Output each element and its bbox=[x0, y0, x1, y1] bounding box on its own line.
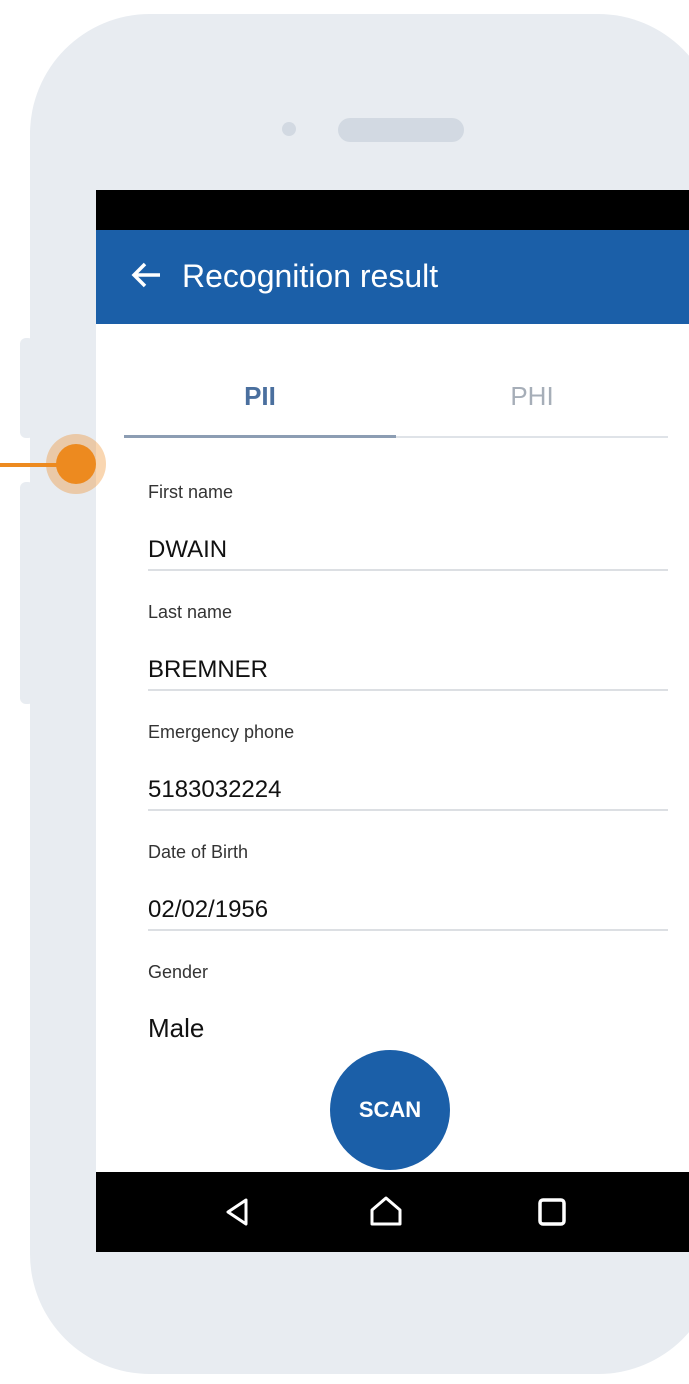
emergency-phone-field: Emergency phone 5183032224 bbox=[148, 710, 668, 830]
camera-dot bbox=[282, 122, 296, 136]
last-name-input[interactable]: BREMNER bbox=[148, 654, 268, 686]
first-name-label: First name bbox=[148, 482, 234, 502]
last-name-field: Last name BREMNER bbox=[148, 590, 668, 710]
phone-frame: Recognition result PII PHI First name DW… bbox=[30, 14, 689, 1374]
system-nav-bar bbox=[96, 1172, 689, 1252]
tab-pii[interactable]: PII bbox=[124, 380, 396, 412]
arrow-left-icon[interactable] bbox=[130, 258, 164, 292]
date-of-birth-field: Date of Birth 02/02/1956 bbox=[148, 830, 668, 950]
tab-indicator bbox=[124, 435, 396, 438]
tab-phi[interactable]: PHI bbox=[396, 380, 668, 412]
phone-screen: Recognition result PII PHI First name DW… bbox=[96, 190, 689, 1252]
app-bar: Recognition result bbox=[96, 230, 689, 324]
page-title: Recognition result bbox=[182, 258, 439, 294]
scan-button[interactable]: SCAN bbox=[330, 1050, 450, 1170]
home-icon[interactable] bbox=[364, 1190, 408, 1234]
status-bar bbox=[96, 190, 689, 230]
phone-speaker bbox=[338, 118, 464, 142]
field-underline bbox=[148, 689, 668, 691]
emergency-phone-input[interactable]: 5183032224 bbox=[148, 774, 281, 806]
tab-bar: PII PHI bbox=[124, 324, 668, 438]
gender-value[interactable]: Male bbox=[148, 1012, 204, 1044]
recent-apps-icon[interactable] bbox=[530, 1190, 574, 1234]
triangle-back-icon[interactable] bbox=[216, 1190, 260, 1234]
emergency-phone-label: Emergency phone bbox=[148, 722, 295, 742]
first-name-field: First name DWAIN bbox=[148, 470, 668, 590]
field-underline bbox=[148, 809, 668, 811]
last-name-label: Last name bbox=[148, 602, 233, 622]
date-of-birth-label: Date of Birth bbox=[148, 842, 249, 862]
form-fields: First name DWAIN Last name BREMNER Emerg… bbox=[148, 470, 668, 1070]
power-button bbox=[20, 482, 34, 704]
first-name-input[interactable]: DWAIN bbox=[148, 534, 227, 566]
field-underline bbox=[148, 929, 668, 931]
date-of-birth-input[interactable]: 02/02/1956 bbox=[148, 894, 268, 926]
field-underline bbox=[148, 569, 668, 571]
volume-button bbox=[20, 338, 34, 438]
gender-label: Gender bbox=[148, 962, 209, 982]
callout-dot bbox=[56, 444, 96, 484]
